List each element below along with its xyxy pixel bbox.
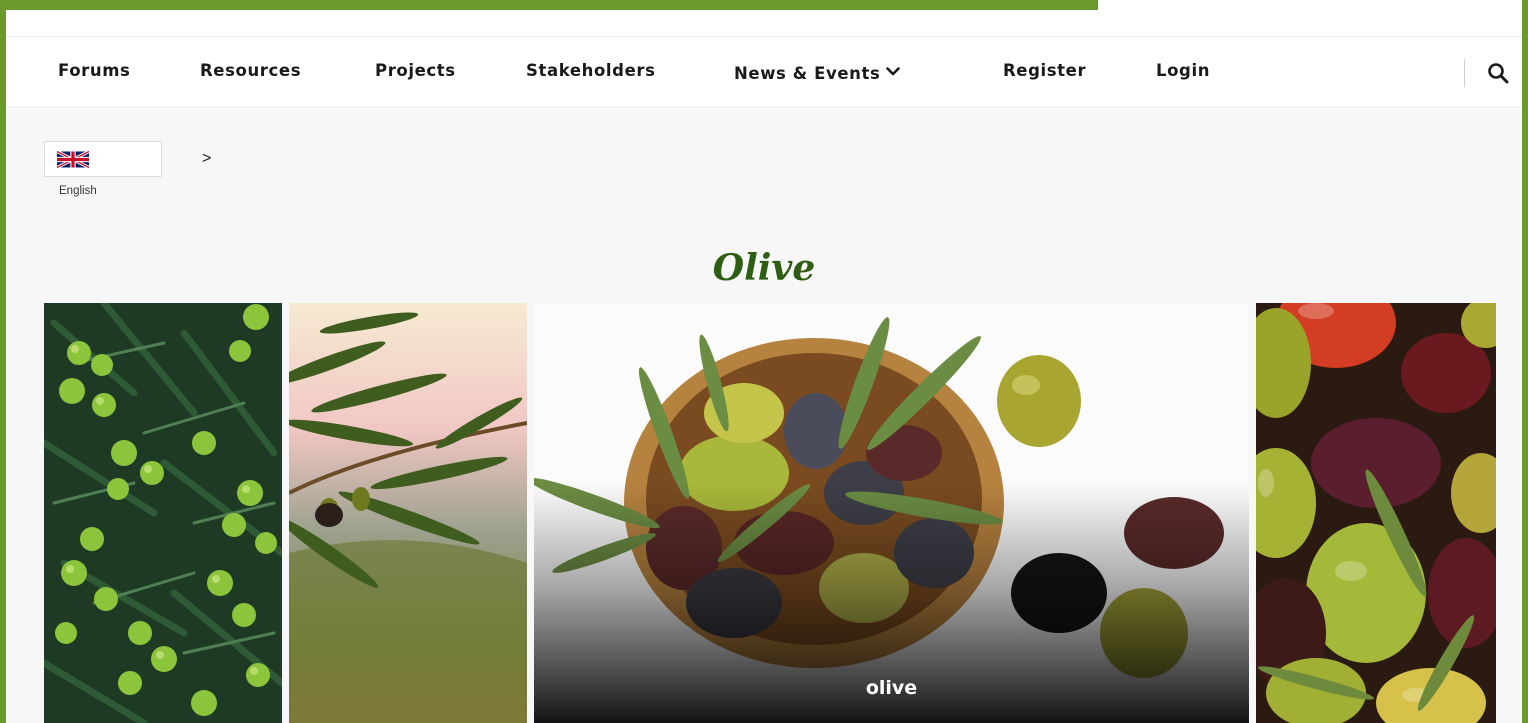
nav-forums[interactable]: Forums [58,61,130,80]
language-label: English [59,185,97,197]
search-icon [1488,63,1509,84]
main-navigation: Forums Resources Projects Stakeholders N… [6,36,1522,108]
uk-flag-icon [57,151,89,168]
gallery-image-olive-tree[interactable] [44,303,282,723]
olive-tree-branch-photo [44,303,282,723]
nav-register[interactable]: Register [1003,61,1086,80]
language-next-arrow[interactable]: > [202,150,211,168]
mixed-olives-photo [1256,303,1496,723]
chevron-down-icon [886,61,901,80]
nav-login[interactable]: Login [1156,61,1210,80]
gallery-image-mixed-olives[interactable] [1256,303,1496,723]
olive-sprig-sunset-photo [289,303,527,723]
nav-divider [1464,59,1465,87]
nav-resources[interactable]: Resources [200,61,301,80]
language-selector[interactable] [44,141,162,177]
nav-projects[interactable]: Projects [375,61,456,80]
gallery-caption: olive [865,677,918,699]
nav-news-events[interactable]: News & Events [734,61,901,83]
gallery-image-olive-sprig[interactable] [289,303,527,723]
top-accent-bar [0,0,1098,10]
main-content: English > Olive olive [6,109,1522,723]
nav-news-events-label: News & Events [734,64,881,83]
gallery-image-olive-featured[interactable]: olive [534,303,1249,723]
search-button[interactable] [1486,61,1510,85]
page-title: Olive [712,247,816,289]
nav-stakeholders[interactable]: Stakeholders [526,61,656,80]
